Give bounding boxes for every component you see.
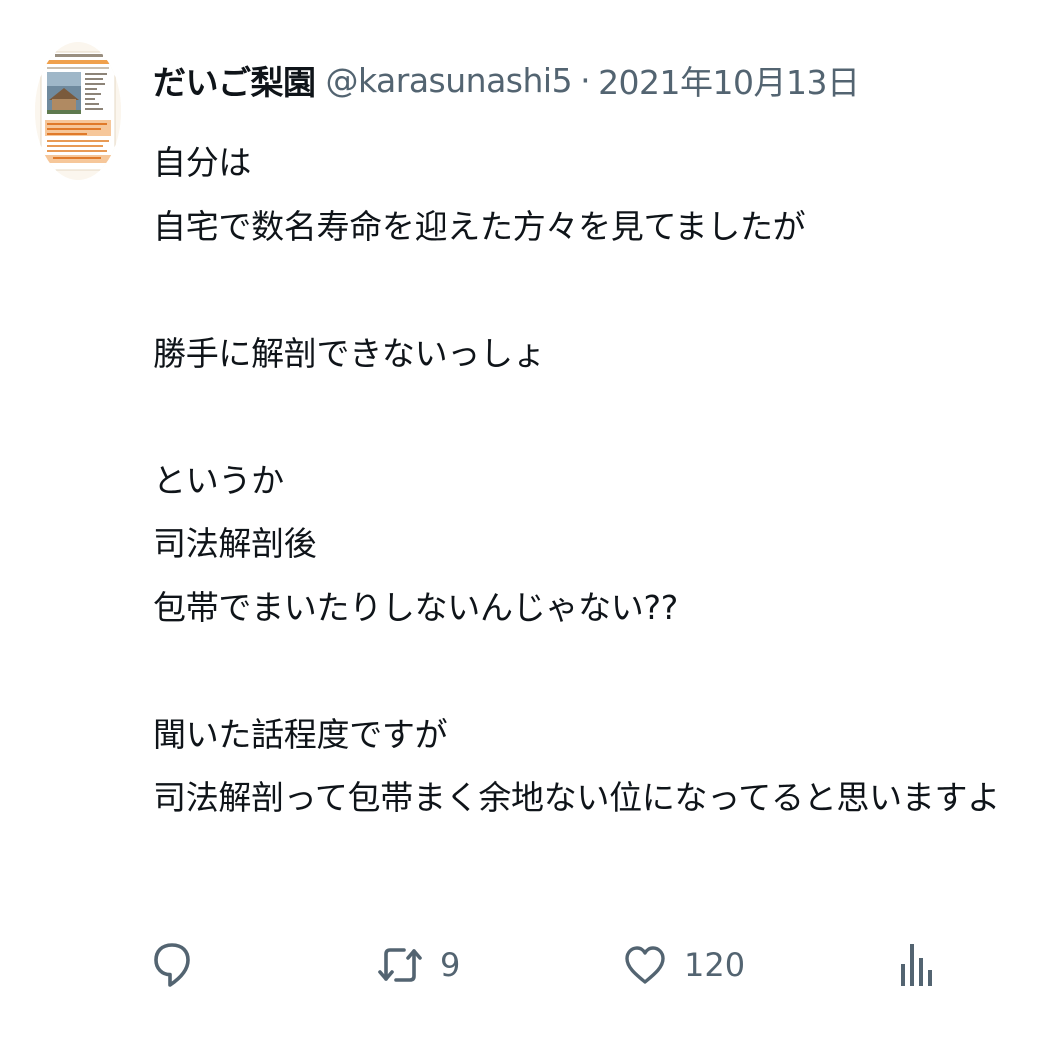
retweet-count: 9: [440, 946, 461, 984]
like-button[interactable]: 120: [624, 935, 745, 995]
avatar[interactable]: [35, 42, 121, 180]
reply-icon: [154, 943, 190, 987]
tweet-date[interactable]: 2021年10月13日: [598, 56, 860, 104]
analytics-icon: [901, 944, 932, 986]
tweet-actions-bar: 9 120: [150, 935, 990, 995]
author-handle[interactable]: @karasunashi5: [326, 61, 573, 100]
retweet-icon: [378, 948, 422, 982]
heart-icon: [625, 946, 665, 984]
reply-button[interactable]: [152, 935, 210, 995]
avatar-flyer-image: [35, 42, 121, 180]
tweet-text: 自分は 自宅で数名寿命を迎えた方々を見てましたが 勝手に解剖できないっしょ とい…: [153, 143, 1000, 817]
tweet-header: だいご梨園 @karasunashi5 · 2021年10月13日: [153, 52, 860, 108]
analytics-button[interactable]: [900, 935, 934, 995]
header-separator: ·: [580, 60, 591, 100]
like-count: 120: [684, 946, 746, 984]
author-display-name[interactable]: だいご梨園: [153, 56, 316, 104]
retweet-button[interactable]: 9: [378, 935, 460, 995]
tweet-card: だいご梨園 @karasunashi5 · 2021年10月13日 自分は 自宅…: [0, 0, 1040, 1040]
